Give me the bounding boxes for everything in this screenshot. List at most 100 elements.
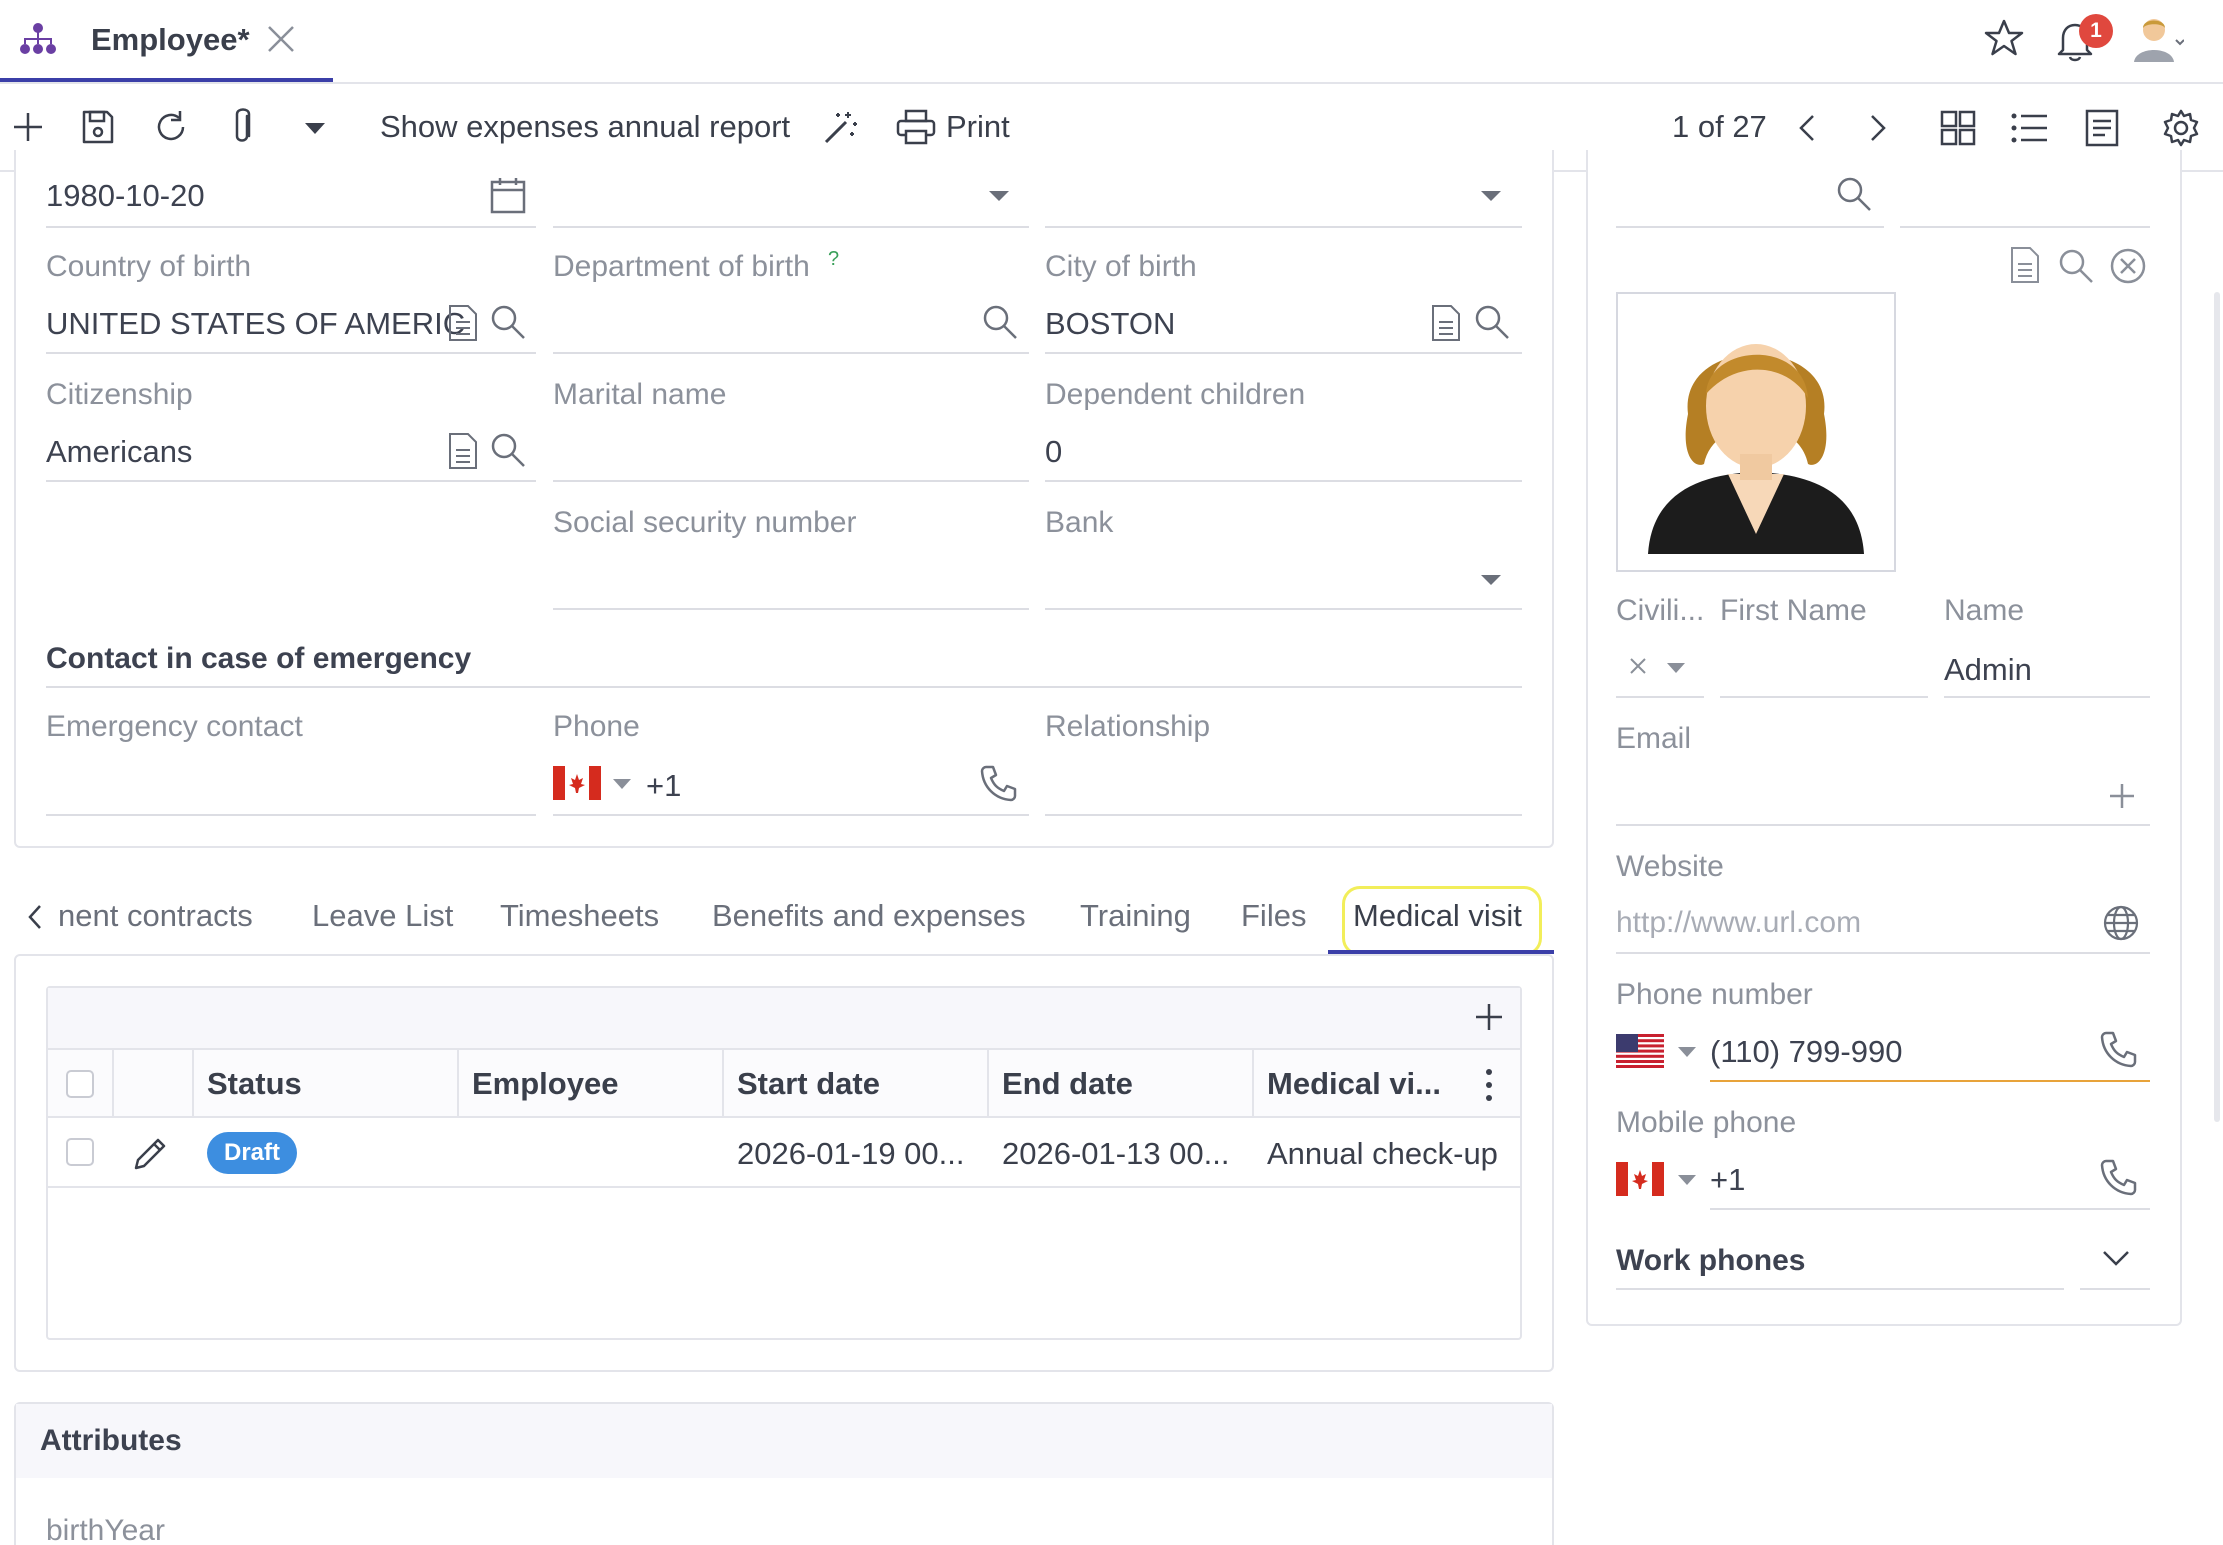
tab-medical-visit[interactable]: Medical visit (1353, 898, 1522, 934)
email-underline (1616, 824, 2150, 826)
col-divider (192, 1050, 194, 1116)
dropdown-arrow-icon[interactable] (1480, 190, 1502, 202)
globe-icon[interactable] (2102, 904, 2140, 942)
column-header-start-date[interactable]: Start date (737, 1066, 880, 1102)
document-icon[interactable] (2010, 246, 2040, 284)
edit-pencil-icon[interactable] (132, 1136, 168, 1172)
emergency-contact-label: Emergency contact (46, 710, 303, 743)
cell-medical-visit: Annual check-up (1267, 1136, 1498, 1171)
column-menu-kebab-icon[interactable] (1484, 1068, 1494, 1102)
clear-image-icon[interactable] (2110, 248, 2146, 284)
dropdown-arrow-icon[interactable] (1677, 1046, 1697, 1058)
document-icon[interactable] (448, 304, 478, 342)
grid-view-icon[interactable] (1940, 110, 1976, 146)
add-row-icon[interactable] (1474, 1002, 1504, 1032)
name-value[interactable]: Admin (1944, 652, 2032, 688)
tab-files[interactable]: Files (1241, 898, 1306, 934)
birth-date-value[interactable]: 1980-10-20 (46, 178, 205, 214)
select-all-checkbox[interactable] (66, 1070, 94, 1098)
phone-label: Phone (553, 710, 640, 743)
search-icon[interactable] (1474, 304, 1510, 340)
column-header-status[interactable]: Status (207, 1066, 302, 1102)
column-header-medical-visit[interactable]: Medical vi... (1267, 1066, 1441, 1102)
department-of-birth-underline (553, 352, 1029, 354)
birth-year-label: birthYear (46, 1514, 165, 1545)
dropdown-arrow-icon[interactable] (1666, 662, 1686, 674)
col-divider (112, 1050, 114, 1116)
star-icon[interactable] (1984, 18, 2024, 58)
add-icon[interactable] (12, 111, 44, 143)
tab-employment-contracts[interactable]: nent contracts (58, 898, 253, 934)
more-dropdown-icon[interactable] (304, 122, 326, 136)
close-tab-icon[interactable] (266, 24, 296, 54)
employee-photo[interactable] (1616, 292, 1896, 572)
tab-benefits-expenses[interactable]: Benefits and expenses (712, 898, 1026, 934)
attributes-title: Attributes (40, 1424, 182, 1457)
dropdown-arrow-icon[interactable] (988, 190, 1010, 202)
search-icon[interactable] (2058, 248, 2094, 284)
website-input[interactable]: http://www.url.com (1616, 906, 1861, 940)
attachment-icon[interactable] (227, 106, 257, 148)
phone-number-focus-underline (1710, 1080, 2150, 1082)
search-icon[interactable] (490, 432, 526, 468)
tab-training[interactable]: Training (1080, 898, 1191, 934)
dropdown-arrow-icon[interactable] (1677, 1174, 1697, 1186)
column-header-employee[interactable]: Employee (472, 1066, 618, 1102)
search-icon[interactable] (1836, 176, 1872, 212)
name-underline (1944, 696, 2150, 698)
birth-date-underline (46, 226, 536, 228)
row-divider (48, 1186, 1520, 1188)
document-icon[interactable] (1431, 304, 1461, 342)
list-view-icon[interactable] (2011, 112, 2049, 144)
previous-record-icon[interactable] (1797, 114, 1817, 142)
tab-leave-list[interactable]: Leave List (312, 898, 453, 934)
phone-call-icon[interactable] (980, 764, 1018, 802)
relationship-underline (1045, 814, 1522, 816)
canada-flag-icon[interactable] (553, 766, 601, 800)
phone-number-input[interactable]: (110) 799-990 (1710, 1034, 1902, 1070)
tab-employee-title[interactable]: Employee* (91, 22, 250, 58)
search-icon[interactable] (982, 304, 1018, 340)
work-phones-title[interactable]: Work phones (1616, 1244, 1805, 1278)
next-record-icon[interactable] (1868, 114, 1888, 142)
magic-wand-icon[interactable] (822, 108, 860, 146)
expenses-report-button[interactable]: Show expenses annual report (380, 109, 790, 145)
save-icon[interactable] (81, 109, 115, 145)
row-checkbox[interactable] (66, 1138, 94, 1166)
print-button[interactable]: Print (946, 109, 1010, 145)
website-underline (1616, 952, 2150, 954)
refresh-icon[interactable] (153, 109, 189, 145)
org-chart-icon[interactable] (18, 22, 58, 58)
country-of-birth-value[interactable]: UNITED STATES OF AMERIC (46, 306, 465, 342)
settings-gear-icon[interactable] (2162, 109, 2200, 147)
citizenship-value[interactable]: Americans (46, 434, 192, 470)
emergency-phone-value[interactable]: +1 (646, 768, 681, 804)
citizenship-label: Citizenship (46, 378, 193, 411)
help-marker[interactable]: ? (828, 248, 839, 271)
user-avatar-icon[interactable] (2132, 14, 2184, 64)
side-scrollbar[interactable] (2214, 292, 2220, 1122)
dropdown-arrow-icon[interactable] (612, 778, 632, 790)
dependent-children-value[interactable]: 0 (1045, 434, 1062, 470)
column-header-end-date[interactable]: End date (1002, 1066, 1133, 1102)
city-of-birth-value[interactable]: BOSTON (1045, 306, 1175, 342)
phone-call-icon[interactable] (2100, 1158, 2138, 1196)
chevron-down-icon[interactable] (2102, 1250, 2130, 1268)
phone-call-icon[interactable] (2100, 1030, 2138, 1068)
search-icon[interactable] (490, 304, 526, 340)
canada-flag-icon[interactable] (1616, 1162, 1664, 1196)
civility-underline (1616, 696, 1704, 698)
us-flag-icon[interactable] (1616, 1034, 1664, 1068)
col-divider (1252, 1050, 1254, 1116)
print-icon[interactable] (896, 109, 936, 145)
document-icon[interactable] (448, 432, 478, 470)
notification-count-badge: 1 (2079, 14, 2113, 48)
tab-timesheets[interactable]: Timesheets (500, 898, 659, 934)
mobile-phone-input[interactable]: +1 (1710, 1162, 1745, 1198)
calendar-icon[interactable] (490, 176, 526, 214)
add-email-icon[interactable] (2108, 782, 2136, 810)
dropdown-arrow-icon[interactable] (1480, 574, 1502, 586)
tabs-scroll-left-icon[interactable] (26, 904, 44, 930)
clear-icon[interactable] (1628, 656, 1648, 676)
form-view-icon[interactable] (2085, 109, 2119, 147)
